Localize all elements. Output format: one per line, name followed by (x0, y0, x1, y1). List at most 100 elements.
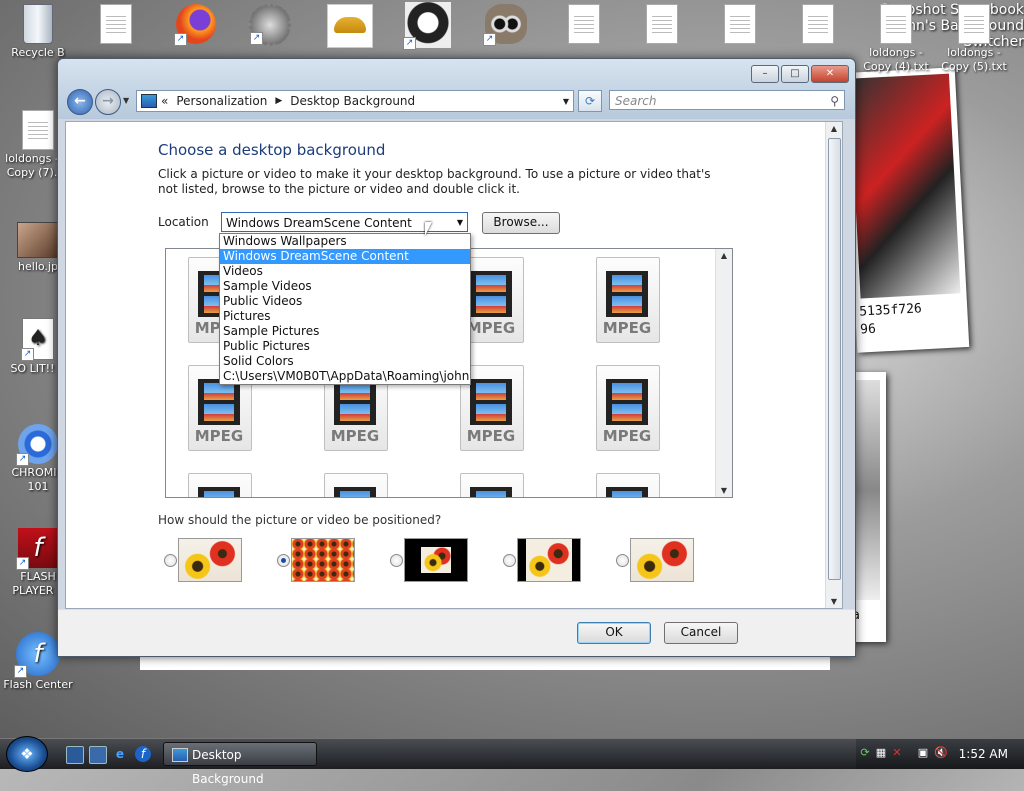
text-file-icon (568, 4, 600, 44)
breadcrumb-desktop-background[interactable]: Desktop Background (290, 94, 415, 108)
window-titlebar: – □ ✕ ← → ▼ « Personalization ▶ Desktop … (58, 59, 855, 119)
mpeg-label: MPEG (602, 319, 652, 337)
dropdown-option[interactable]: Windows DreamScene Content (220, 249, 470, 264)
desktop-icon-firefox[interactable]: ↗ (160, 4, 232, 46)
text-file-icon (100, 4, 132, 44)
cards-game-icon: ♠ ↗ (21, 318, 54, 361)
desktop-icon-text-file[interactable] (548, 4, 620, 46)
desktop-icon-label: loldongs - Copy (7). (5, 152, 59, 179)
taco-icon (327, 4, 373, 48)
recent-pages-dropdown[interactable]: ▼ (123, 96, 129, 105)
refresh-button[interactable]: ⟳ (578, 90, 602, 112)
mpeg-thumbnail[interactable]: MPEG (596, 473, 660, 497)
volume-muted-icon[interactable]: 🔇 (934, 746, 948, 760)
desktop-icon-recycle-bin[interactable]: Recycle B (2, 4, 74, 60)
shortcut-arrow-icon: ↗ (174, 33, 187, 46)
dropdown-option[interactable]: Pictures (220, 309, 470, 324)
spiked-ball-icon: ↗ (249, 4, 291, 46)
close-button[interactable]: ✕ (811, 65, 849, 83)
dropdown-option[interactable]: Sample Videos (220, 279, 470, 294)
address-dropdown-icon[interactable]: ▼ (563, 97, 569, 106)
desktop-icon-portrait[interactable]: ↗ (392, 2, 464, 50)
filmstrip-icon (198, 379, 240, 425)
shortcut-arrow-icon: ↗ (21, 348, 34, 361)
mpeg-label: MPEG (466, 427, 516, 445)
dropdown-option[interactable]: Videos (220, 264, 470, 279)
mpeg-thumbnail[interactable]: MPEG (188, 473, 252, 497)
position-preview-fit-to-screen[interactable] (178, 538, 242, 582)
breadcrumb-chevron-icon: « (161, 94, 169, 108)
text-file-icon (802, 4, 834, 44)
desktop-icon-raccoon[interactable]: ↗ (470, 4, 542, 46)
scroll-down-arrow[interactable]: ▼ (716, 486, 732, 495)
mpeg-thumbnail[interactable]: MPEG (596, 257, 660, 343)
dropdown-option[interactable]: C:\Users\VM0B0T\AppData\Roaming\johnsadv (220, 369, 470, 384)
dropdown-option[interactable]: Public Videos (220, 294, 470, 309)
desktop-icon-text-file[interactable] (782, 4, 854, 46)
dropdown-option[interactable]: Public Pictures (220, 339, 470, 354)
forward-button[interactable]: → (95, 89, 121, 115)
desktop-icon-loldongs-5[interactable]: loldongs - Copy (5).txt (938, 4, 1010, 74)
position-preview-letterbox[interactable] (517, 538, 581, 582)
network-status-icon[interactable]: ▦ (874, 746, 888, 760)
show-desktop-icon[interactable] (66, 746, 84, 764)
dropdown-option[interactable]: Sample Pictures (220, 324, 470, 339)
minimize-button[interactable]: – (751, 65, 779, 83)
text-file-icon (958, 4, 990, 44)
security-center-icon[interactable]: ✕ (890, 746, 904, 760)
search-input[interactable]: Search ⚲ (609, 90, 845, 110)
internet-explorer-icon[interactable]: e (112, 746, 128, 762)
maximize-button[interactable]: □ (781, 65, 809, 83)
desktop-icon-text-file[interactable] (704, 4, 776, 46)
address-bar[interactable]: « Personalization ▶ Desktop Background ▼ (136, 90, 574, 112)
start-button[interactable]: ❖ (6, 736, 48, 772)
desktop-icon-loldongs-4[interactable]: loldongs - Copy (4).txt (860, 4, 932, 74)
image-file-icon (17, 222, 59, 258)
desktop-icon-text-file[interactable] (626, 4, 698, 46)
mpeg-thumbnail[interactable]: MPEG (596, 365, 660, 451)
position-preview-tile[interactable] (291, 538, 355, 582)
search-icon[interactable]: ⚲ (830, 91, 839, 111)
mpeg-thumbnail[interactable]: MPEG (460, 473, 524, 497)
shortcut-arrow-icon: ↗ (16, 557, 29, 570)
filmstrip-icon (470, 487, 512, 497)
switch-windows-icon[interactable] (89, 746, 107, 764)
position-radio[interactable] (503, 554, 516, 567)
position-question: How should the picture or video be posit… (158, 513, 442, 527)
gallery-scrollbar[interactable]: ▲ ▼ (715, 249, 732, 497)
desktop-icon-spikeball[interactable]: ↗ (234, 4, 306, 48)
filmstrip-icon (198, 487, 240, 497)
back-button[interactable]: ← (67, 89, 93, 115)
window-scrollbar[interactable]: ▲ ▼ (825, 122, 842, 608)
desktop-icon-text-file[interactable] (80, 4, 152, 46)
position-radio[interactable] (390, 554, 403, 567)
taskbar-button-desktop-background[interactable]: Desktop Background (163, 742, 317, 786)
position-preview-center[interactable] (404, 538, 468, 582)
scroll-up-arrow[interactable]: ▲ (716, 251, 732, 260)
filmstrip-icon (334, 379, 376, 425)
breadcrumb-personalization[interactable]: Personalization (176, 94, 267, 108)
scrollbar-thumb[interactable] (828, 138, 841, 580)
mpeg-thumbnail[interactable]: MPEG (324, 473, 388, 497)
ok-button[interactable]: OK (577, 622, 651, 644)
scroll-up-arrow[interactable]: ▲ (826, 124, 842, 133)
firefox-icon: ↗ (174, 4, 216, 46)
position-radio[interactable] (277, 554, 290, 567)
text-file-icon (724, 4, 756, 44)
position-preview-fill[interactable] (630, 538, 694, 582)
flash-quicklaunch-icon[interactable]: f (135, 746, 151, 762)
position-radio[interactable] (164, 554, 177, 567)
system-tray: ⟳ ▦ ✕ ▣ 🔇 1:52 AM (856, 739, 1024, 769)
desktop-icon-taco[interactable] (314, 4, 386, 50)
network-icon[interactable]: ▣ (916, 746, 930, 760)
position-radio[interactable] (616, 554, 629, 567)
dropdown-option[interactable]: Windows Wallpapers (220, 234, 470, 249)
sync-icon[interactable]: ⟳ (858, 746, 872, 760)
clock[interactable]: 1:52 AM (959, 747, 1008, 761)
dropdown-option[interactable]: Solid Colors (220, 354, 470, 369)
mouse-cursor-icon (425, 222, 432, 236)
mpeg-label: MPEG (602, 427, 652, 445)
cancel-button[interactable]: Cancel (664, 622, 738, 644)
browse-button[interactable]: Browse... (482, 212, 560, 234)
scroll-down-arrow[interactable]: ▼ (826, 597, 842, 606)
